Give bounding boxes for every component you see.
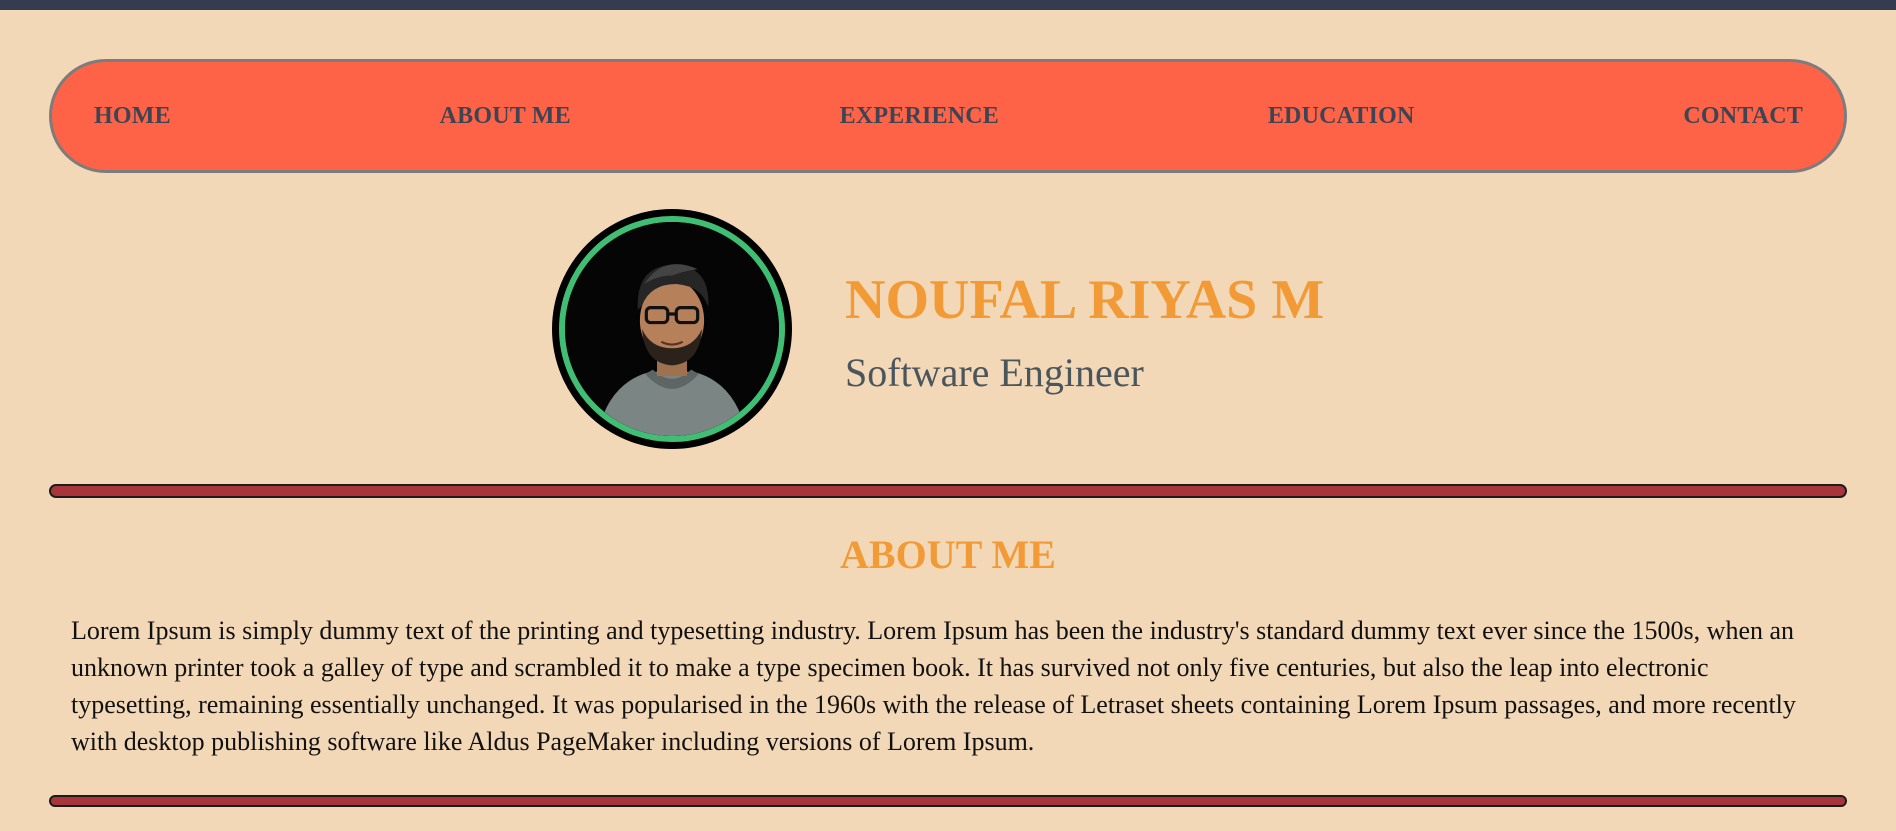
profile-name: NOUFAL RIYAS M (845, 269, 1325, 331)
profile-title: Software Engineer (845, 350, 1144, 395)
nav-contact-link[interactable]: CONTACT (1683, 103, 1803, 130)
about-me-heading: ABOUT ME (840, 532, 1056, 577)
avatar-ring (559, 216, 785, 442)
nav-experience-link[interactable]: EXPERIENCE (840, 103, 999, 130)
nav-about-me-link[interactable]: ABOUT ME (440, 103, 571, 130)
main-navigation: HOME ABOUT ME EXPERIENCE EDUCATION CONTA… (49, 59, 1847, 173)
profile-avatar (552, 209, 792, 449)
section-divider (49, 795, 1847, 807)
section-divider (49, 484, 1847, 498)
nav-home-link[interactable]: HOME (94, 103, 171, 130)
nav-education-link[interactable]: EDUCATION (1268, 103, 1415, 130)
top-bar (0, 0, 1896, 10)
profile-photo-icon (565, 222, 779, 436)
about-me-text: Lorem Ipsum is simply dummy text of the … (71, 616, 1796, 756)
